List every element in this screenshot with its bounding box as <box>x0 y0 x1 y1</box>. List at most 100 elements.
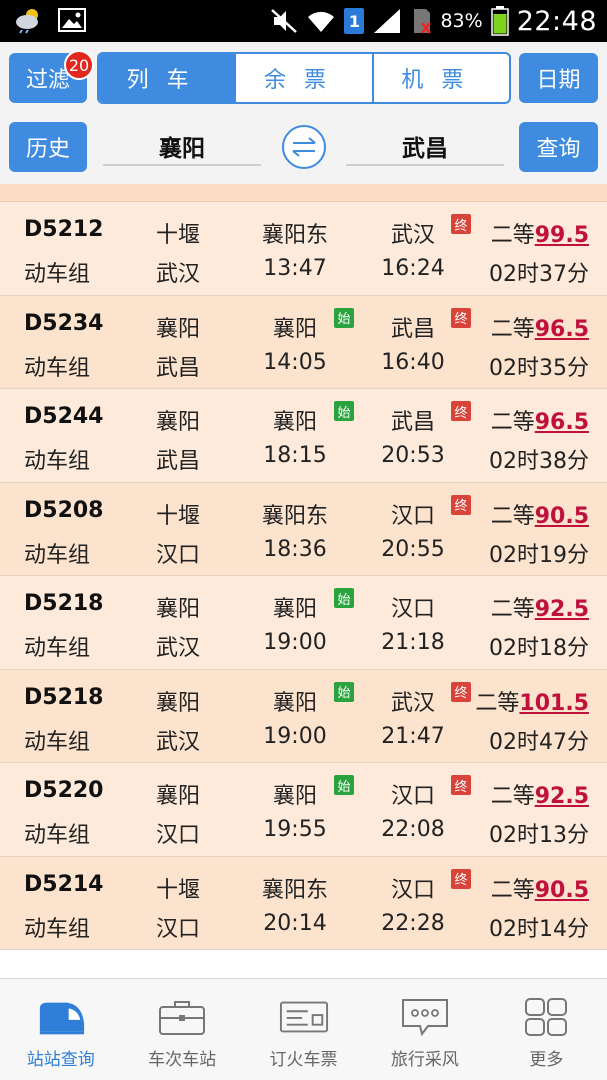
terminal-station-tag: 终 <box>451 401 471 421</box>
seat-class: 二等 <box>490 503 535 529</box>
train-type: 动车组 <box>24 542 91 568</box>
train-code: D5234 <box>24 310 104 336</box>
nav-station-search[interactable]: 站站查询 <box>0 979 121 1080</box>
train-type: 动车组 <box>24 823 91 848</box>
boarding-station: 襄阳东 <box>261 503 329 529</box>
boarding-station: 襄阳 <box>272 597 318 622</box>
train-row[interactable]: D5234 动车组 襄阳 武昌 襄阳 14:05 始武昌 16:40 终二等96.5 02时35分 <box>0 295 607 389</box>
terminal-station-tag: 终 <box>451 775 471 795</box>
tab-trains[interactable]: 列车 <box>99 54 235 102</box>
trip-duration: 02时47分 <box>489 729 589 755</box>
ticket-price-link[interactable]: 96.5 <box>535 410 589 435</box>
train-code: D5208 <box>24 497 104 523</box>
train-code: D5212 <box>24 217 104 242</box>
terminal-station-tag: 终 <box>451 214 471 234</box>
briefcase-icon <box>159 1001 206 1035</box>
list-scroll-edge <box>0 184 607 202</box>
nav-more[interactable]: 更多 <box>486 979 607 1080</box>
train-row[interactable]: D5212 动车组 十堰 武汉 襄阳东 13:47 武汉 16:24 终二等99.5 02时37分 <box>0 202 607 296</box>
tab-remaining-tickets[interactable]: 余票 <box>234 54 371 102</box>
terminal-station-tag: 终 <box>451 494 471 515</box>
signal-icon <box>374 9 401 33</box>
train-type: 动车组 <box>24 449 91 474</box>
search-button[interactable]: 查询 <box>519 122 598 172</box>
train-row[interactable]: D5214 动车组 十堰 汉口 襄阳东 20:14 汉口 22:28 终二等90.5 02时14分 <box>0 856 607 950</box>
trip-duration: 02时13分 <box>489 823 589 848</box>
train-type: 动车组 <box>24 729 91 755</box>
train-row[interactable]: D5244 动车组 襄阳 武昌 襄阳 18:15 始武昌 20:53 终二等96.5 02时38分 <box>0 389 607 483</box>
chat-bubble-icon <box>401 999 448 1037</box>
trip-duration: 02时35分 <box>489 355 589 381</box>
origin-station-tag: 始 <box>334 681 354 702</box>
from-city-input[interactable]: 襄阳 <box>103 128 261 166</box>
battery-percent: 83% <box>440 10 483 32</box>
train-type: 动车组 <box>24 262 91 287</box>
arrive-time: 21:47 <box>381 723 445 749</box>
status-bar: 1 83% 22:48 <box>0 0 607 42</box>
train-terminal: 武汉 <box>155 636 201 661</box>
bottom-nav: 站站查询 车次车站 订火车票 旅行采风 更多 <box>0 978 607 1080</box>
trip-duration: 02时19分 <box>489 542 589 568</box>
train-code: D5220 <box>24 778 104 803</box>
nav-travel-feed[interactable]: 旅行采风 <box>364 979 485 1080</box>
train-code: D5218 <box>24 684 104 710</box>
ticket-price-link[interactable]: 101.5 <box>519 691 589 716</box>
arrive-time: 20:55 <box>381 536 445 562</box>
search-button-label: 查询 <box>536 137 581 162</box>
seat-price: 二等90.5 <box>491 498 589 530</box>
boarding-station: 襄阳 <box>272 410 318 435</box>
train-row[interactable]: D5218 动车组 襄阳 武汉 襄阳 19:00 始 汉口 21:18 二等92.5 02时18分 <box>0 576 607 670</box>
train-type: 动车组 <box>24 636 91 661</box>
train-row[interactable]: D5218 动车组 襄阳 武汉 襄阳 19:00 始武汉 21:47 终二等101.5 02时47… <box>0 669 607 763</box>
seat-price: 二等101.5 <box>475 685 589 717</box>
train-origin: 十堰 <box>155 223 201 248</box>
ticket-price-link[interactable]: 96.5 <box>535 317 589 342</box>
boarding-station: 襄阳东 <box>261 877 329 903</box>
origin-station-tag: 始 <box>334 775 354 795</box>
history-button[interactable]: 历史 <box>9 122 87 172</box>
train-origin: 十堰 <box>155 503 201 529</box>
depart-time: 14:05 <box>263 349 327 375</box>
train-code: D5214 <box>24 871 104 897</box>
origin-station-tag: 始 <box>334 588 354 608</box>
swap-cities-button[interactable] <box>282 125 326 169</box>
train-origin: 襄阳 <box>155 316 201 342</box>
ticket-price-link[interactable]: 92.5 <box>535 784 589 809</box>
seat-price: 二等92.5 <box>491 591 589 623</box>
battery-icon <box>490 6 509 36</box>
boarding-station: 襄阳 <box>272 784 318 809</box>
ticket-price-link[interactable]: 92.5 <box>535 597 589 622</box>
clock: 22:48 <box>516 5 597 37</box>
nav-book-tickets[interactable]: 订火车票 <box>243 979 364 1080</box>
nav-train-station[interactable]: 车次车站 <box>121 979 242 1080</box>
seat-price: 二等92.5 <box>491 778 589 810</box>
seat-price: 二等96.5 <box>491 311 589 343</box>
train-row[interactable]: D5220 动车组 襄阳 汉口 襄阳 19:55 始汉口 22:08 终二等92.5 02时13分 <box>0 763 607 857</box>
trip-duration: 02时14分 <box>489 916 589 942</box>
depart-time: 19:55 <box>263 817 327 842</box>
ticket-price-link[interactable]: 99.5 <box>535 223 589 248</box>
date-button[interactable]: 日期 <box>519 53 598 103</box>
ticket-price-link[interactable]: 90.5 <box>535 504 589 529</box>
seat-price: 二等96.5 <box>491 404 589 436</box>
tab-flights[interactable]: 机票 <box>371 54 509 102</box>
ticket-price-link[interactable]: 90.5 <box>535 878 589 903</box>
terminal-station-tag: 终 <box>451 307 471 328</box>
arrival-station: 武昌 <box>390 410 436 435</box>
train-row[interactable]: D5208 动车组 十堰 汉口 襄阳东 18:36 汉口 20:55 终二等90.5 02时19分 <box>0 482 607 576</box>
arrive-time: 22:08 <box>381 817 445 842</box>
seat-class: 二等 <box>490 877 535 903</box>
seat-class: 二等 <box>490 223 535 248</box>
to-city-input[interactable]: 武昌 <box>346 128 504 166</box>
trip-duration: 02时38分 <box>489 449 589 474</box>
train-list[interactable]: D5212 动车组 十堰 武汉 襄阳东 13:47 武汉 16:24 终二等99.5 02时37分… <box>0 184 607 950</box>
arrival-station: 汉口 <box>390 877 436 903</box>
train-code: D5244 <box>24 404 104 429</box>
nav-label: 车次车站 <box>148 1050 217 1070</box>
seat-class: 二等 <box>475 690 520 716</box>
terminal-station-tag: 终 <box>451 681 471 702</box>
boarding-station: 襄阳 <box>272 316 318 342</box>
weather-cloud-icon <box>16 9 38 34</box>
train-icon <box>39 1002 84 1035</box>
arrival-station: 武汉 <box>390 690 436 716</box>
